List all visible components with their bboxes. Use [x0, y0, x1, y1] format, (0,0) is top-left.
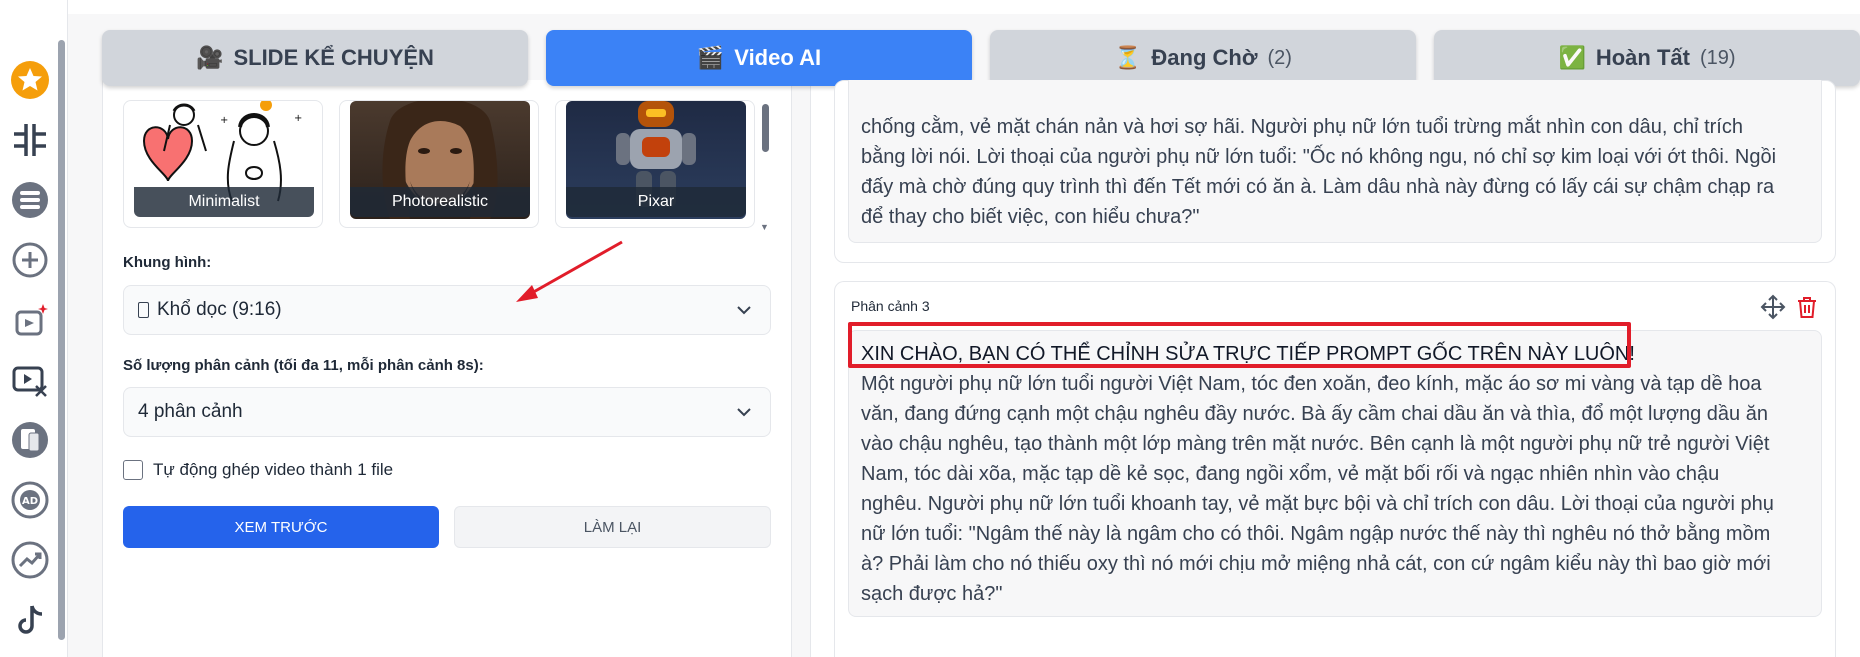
scene-3-title: Phân cảnh 3 — [851, 298, 930, 314]
document-icon[interactable] — [10, 420, 50, 460]
styles-scrollbar[interactable] — [762, 104, 769, 152]
tab-completed[interactable]: ✅ Hoàn Tất (19) — [1434, 30, 1860, 86]
svg-text:+: + — [220, 115, 228, 126]
top-strip — [68, 0, 1860, 14]
checkmark-icon: ✅ — [1558, 45, 1586, 70]
chevron-down-icon — [737, 306, 751, 315]
preview-button[interactable]: XEM TRƯỚC — [123, 506, 439, 548]
tab-pending[interactable]: ⏳ Đang Chờ (2) — [990, 30, 1416, 86]
svg-text:AD: AD — [22, 496, 38, 507]
chevron-down-icon — [737, 408, 751, 417]
auto-merge-label: Tự động ghép video thành 1 file — [153, 460, 394, 479]
clapperboard-icon: 🎬 — [696, 45, 725, 70]
scene-3-text[interactable]: XIN CHÀO, BẠN CÓ THỂ CHỈNH SỬA TRỰC TIẾP… — [848, 330, 1822, 617]
scroll-down-arrow-icon[interactable]: ▼ — [760, 222, 769, 232]
hourglass-icon: ⏳ — [1114, 45, 1142, 70]
style-option-photorealistic[interactable]: Photorealistic — [339, 100, 539, 228]
star-icon[interactable] — [10, 60, 50, 100]
move-icon[interactable] — [1760, 294, 1786, 320]
frame-select[interactable]: Khổ dọc (9:16) — [123, 285, 771, 335]
sidebar-scrollbar[interactable] — [58, 40, 65, 640]
auto-merge-row: Tự động ghép video thành 1 file — [123, 460, 393, 480]
style-option-pixar[interactable]: Pixar — [555, 100, 755, 228]
video-camera-icon: 🎥 — [196, 45, 224, 70]
left-sidebar: AD — [0, 0, 68, 657]
scene-previous-text[interactable]: chống cằm, vẻ mặt chán nản và hơi sợ hãi… — [848, 80, 1822, 243]
svg-text:+: + — [294, 113, 302, 124]
scene-count-label: Số lượng phân cảnh (tối đa 11, mỗi phân … — [123, 357, 484, 374]
video-edit-icon[interactable] — [10, 360, 50, 400]
logo-icon[interactable] — [10, 120, 50, 160]
tiktok-icon[interactable] — [10, 600, 50, 640]
image-sparkle-icon[interactable] — [10, 300, 50, 340]
phone-portrait-icon — [138, 302, 149, 318]
reset-button[interactable]: LÀM LẠI — [454, 506, 771, 548]
tab-video-ai[interactable]: 🎬 Video AI — [546, 30, 972, 86]
style-option-minimalist[interactable]: + + Minimalist — [123, 100, 323, 228]
scene-3-prompt: XIN CHÀO, BẠN CÓ THỂ CHỈNH SỬA TRỰC TIẾP… — [861, 343, 1635, 365]
auto-merge-checkbox[interactable] — [123, 460, 143, 480]
trash-icon[interactable] — [1794, 294, 1820, 320]
frame-label: Khung hình: — [123, 254, 212, 271]
trend-icon[interactable] — [10, 540, 50, 580]
stack-icon[interactable] — [10, 180, 50, 220]
ad-icon[interactable]: AD — [10, 480, 50, 520]
add-icon[interactable] — [10, 240, 50, 280]
scene-count-select[interactable]: 4 phân cảnh — [123, 387, 771, 437]
tab-slide-story[interactable]: 🎥 SLIDE KỂ CHUYỆN — [102, 30, 528, 86]
